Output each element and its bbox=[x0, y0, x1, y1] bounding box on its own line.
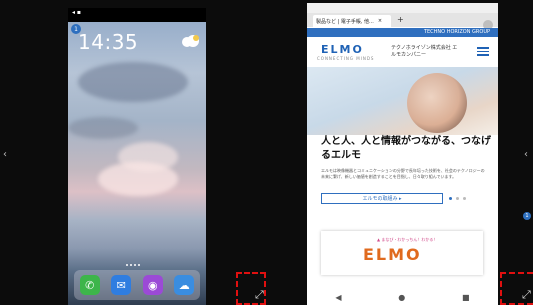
promo-logo: ELMO bbox=[363, 245, 422, 264]
hamburger-menu-icon[interactable] bbox=[477, 47, 489, 56]
signal-icon: ◂ ▪ bbox=[72, 9, 81, 16]
tab-close-icon[interactable]: × bbox=[378, 18, 382, 24]
new-tab-button[interactable]: + bbox=[397, 15, 404, 24]
company-name: テクノホライゾン株式会社 エルモカンパニー bbox=[391, 45, 458, 58]
hero-headline: 人と人、人と情報がつながる、つなげるエルモ bbox=[321, 136, 491, 161]
group-label: TECHNO HORIZON GROUP bbox=[423, 29, 490, 35]
weather-cloud-icon bbox=[182, 35, 199, 47]
elmo-logo[interactable]: ELMO bbox=[321, 43, 364, 56]
logo-tagline: CONNECTING MINDS bbox=[317, 56, 375, 61]
status-bar bbox=[307, 3, 498, 13]
clock-widget: 14:35 bbox=[78, 30, 139, 54]
weather-app-icon[interactable]: ☁ bbox=[174, 275, 195, 295]
podcasts-app-icon[interactable]: ◉ bbox=[142, 275, 163, 295]
hero-image bbox=[307, 67, 498, 135]
recent-apps-icon[interactable]: ■ bbox=[462, 293, 470, 302]
phone-app-icon[interactable]: ✆ bbox=[79, 275, 100, 295]
tab-title: 製品など | 電子手帳, 他... bbox=[316, 18, 374, 25]
expand-icon[interactable]: ⤢ bbox=[522, 288, 531, 302]
browser-tab[interactable]: 製品など | 電子手帳, 他... × bbox=[313, 15, 391, 27]
home-icon[interactable]: ● bbox=[398, 293, 405, 302]
carousel-dots[interactable] bbox=[449, 197, 466, 200]
app-dock: ✆ ✉ ◉ ☁ bbox=[74, 270, 200, 300]
status-bar: ◂ ▪ bbox=[72, 10, 81, 16]
hero-child-photo bbox=[407, 73, 467, 133]
left-phone-screen: ◂ ▪ 1 14:35 ✆ ✉ ◉ ☁ bbox=[68, 8, 206, 305]
mail-app-icon[interactable]: ✉ bbox=[111, 275, 132, 295]
promo-card[interactable]: ▲ まなび・わかっちん！わかる！ ELMO bbox=[321, 231, 483, 275]
learn-more-button[interactable]: エルモの取組み ▸ bbox=[321, 193, 443, 204]
promo-tagline: ▲ まなび・わかっちん！わかる！ bbox=[377, 237, 438, 242]
page-indicator bbox=[126, 264, 140, 266]
previous-arrow-icon[interactable]: ‹ bbox=[3, 149, 7, 160]
edge-badge[interactable]: 1 bbox=[523, 212, 531, 220]
site-top-bar: TECHNO HORIZON GROUP bbox=[307, 28, 498, 37]
android-nav-bar: ◀ ● ■ bbox=[307, 289, 498, 305]
back-icon[interactable]: ◀ bbox=[335, 293, 341, 302]
collapse-arrow-icon[interactable]: ‹ bbox=[524, 149, 528, 160]
right-phone-screen: 製品など | 電子手帳, 他... × + TECHNO HORIZON GRO… bbox=[307, 3, 498, 305]
wallpaper-image bbox=[68, 22, 206, 305]
expand-icon[interactable]: ⤢ bbox=[255, 288, 264, 302]
hero-body-text: エルモは映像機器とコミュニケーションの分野で長年培った技術を、社会のテクノロジー… bbox=[321, 168, 485, 179]
